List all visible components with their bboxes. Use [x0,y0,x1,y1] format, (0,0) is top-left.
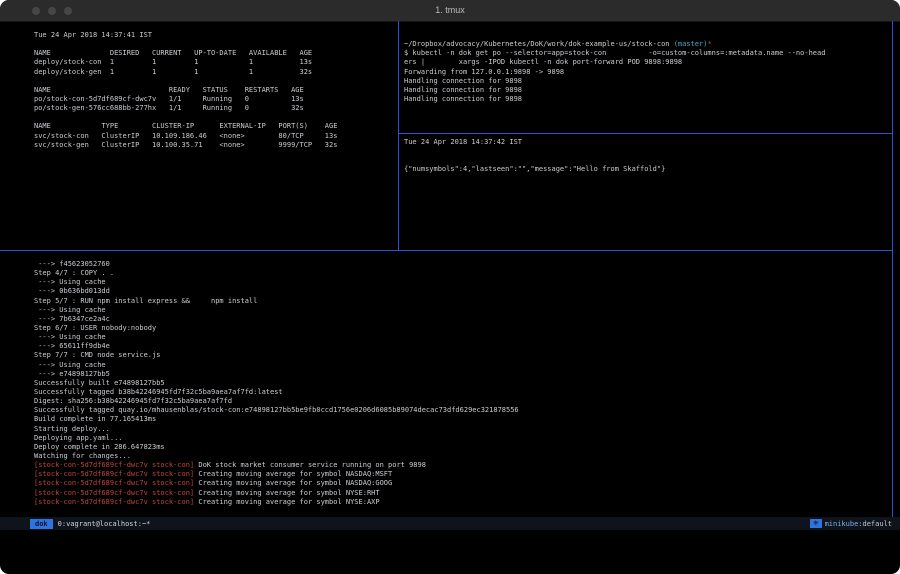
terminal-line: Step 4/7 : COPY . . [34,269,889,278]
pane-curl-output[interactable]: Tue 24 Apr 2018 14:37:42 IST {"numsymbol… [399,134,892,250]
terminal-line [34,77,394,86]
terminal-line: Successfully built e74898127bb5 [34,379,889,388]
window-tab[interactable]: 0:vagrant@localhost:~* [58,520,151,528]
terminal-line: Tue 24 Apr 2018 14:37:42 IST [404,138,888,147]
terminal-line: ---> 65611ff9db4e [34,342,889,351]
terminal-line: NAME TYPE CLUSTER-IP EXTERNAL-IP PORT(S)… [34,122,394,131]
terminal-line [34,113,394,122]
terminal-line: Build complete in 77.165413ms [34,415,889,424]
terminal-line [404,147,888,156]
terminal-line: Digest: sha256:b38b42246945fd7f32c5ba9ae… [34,397,889,406]
kubernetes-helm-icon: ⎈ [810,519,822,528]
pane-border-right-edge [892,21,893,517]
terminal-line: Forwarding from 127.0.0.1:9898 -> 9898 [404,68,888,77]
terminal-line: [stock-con-5d7df689cf-dwc7v stock-con] C… [34,470,889,479]
terminal-line: Deploying app.yaml... [34,434,889,443]
terminal-line: Watching for changes... [34,452,889,461]
terminal-line: NAME READY STATUS RESTARTS AGE [34,86,394,95]
terminal-line: $ kubectl -n dok get po --selector=app=s… [404,49,888,58]
terminal-line: [stock-con-5d7df689cf-dwc7v stock-con] D… [34,461,889,470]
pane-divider-right[interactable] [399,133,893,134]
terminal-line: Step 6/7 : USER nobody:nobody [34,324,889,333]
title-bar: 1. tmux [0,0,900,22]
terminal-line: deploy/stock-gen 1 1 1 1 32s [34,68,394,77]
window-title: 1. tmux [0,5,900,15]
terminal-line: Handling connection for 9898 [404,86,888,95]
terminal-line: Handling connection for 9898 [404,77,888,86]
terminal-line [404,31,888,40]
terminal-line: Handling connection for 9898 [404,95,888,104]
pane-kubectl-watch[interactable]: Tue 24 Apr 2018 14:37:41 IST NAME DESIRE… [0,21,398,250]
terminal-line: ---> 0b636bd013dd [34,287,889,296]
terminal-line: ers | xargs -IPOD kubectl -n dok port-fo… [404,58,888,67]
terminal-line: ---> Using cache [34,333,889,342]
terminal-line: svc/stock-gen ClusterIP 10.100.35.71 <no… [34,141,394,150]
status-right: ⎈ minikube :default [810,519,892,528]
kube-namespace: :default [858,520,892,528]
kube-context: minikube [825,520,859,528]
terminal-line: ---> Using cache [34,306,889,315]
terminal-line: Step 5/7 : RUN npm install express && np… [34,297,889,306]
status-bar: dok 0:vagrant@localhost:~* ⎈ minikube :d… [0,517,900,530]
terminal-line: ---> Using cache [34,361,889,370]
pane-divider-vertical[interactable] [398,21,399,250]
status-left: dok 0:vagrant@localhost:~* [30,519,150,529]
terminal-line: ---> e74898127bb5 [34,370,889,379]
terminal-line: NAME DESIRED CURRENT UP-TO-DATE AVAILABL… [34,49,394,58]
terminal-line: ---> f45623052760 [34,260,889,269]
terminal-line: svc/stock-con ClusterIP 10.109.186.46 <n… [34,132,394,141]
terminal-line: po/stock-con-5d7df689cf-dwc7v 1/1 Runnin… [34,95,394,104]
terminal-line: Successfully tagged quay.io/mhausenblas/… [34,406,889,415]
pane-divider-horizontal[interactable] [0,250,893,251]
terminal-line: Starting deploy... [34,425,889,434]
terminal-line: Deploy complete in 286.647823ms [34,443,889,452]
pane-skaffold-log[interactable]: ---> f45623052760Step 4/7 : COPY . . ---… [0,251,893,517]
terminal-line: {"numsymbols":4,"lastseen":"","message":… [404,165,888,174]
terminal-line: [stock-con-5d7df689cf-dwc7v stock-con] C… [34,479,889,488]
terminal-line: [stock-con-5d7df689cf-dwc7v stock-con] C… [34,498,889,507]
session-badge: dok [30,519,53,529]
terminal-window: 1. tmux Tue 24 Apr 2018 14:37:41 IST NAM… [0,0,900,574]
terminal-line: Step 7/7 : CMD node service.js [34,351,889,360]
terminal-line: po/stock-gen-576cc688bb-277hx 1/1 Runnin… [34,104,394,113]
terminal-line: ~/Dropbox/advocacy/Kubernetes/DoK/work/d… [404,40,888,49]
terminal-line: deploy/stock-con 1 1 1 1 13s [34,58,394,67]
terminal-line: Successfully tagged b38b42246945fd7f32c5… [34,388,889,397]
terminal-line: Tue 24 Apr 2018 14:37:41 IST [34,31,394,40]
pane-shell-port-forward[interactable]: ~/Dropbox/advocacy/Kubernetes/DoK/work/d… [399,21,892,133]
terminal-line [404,156,888,165]
terminal-line: [stock-con-5d7df689cf-dwc7v stock-con] C… [34,489,889,498]
terminal-line: ---> 7b6347ce2a4c [34,315,889,324]
terminal-line: ---> Using cache [34,278,889,287]
terminal-line [34,40,394,49]
